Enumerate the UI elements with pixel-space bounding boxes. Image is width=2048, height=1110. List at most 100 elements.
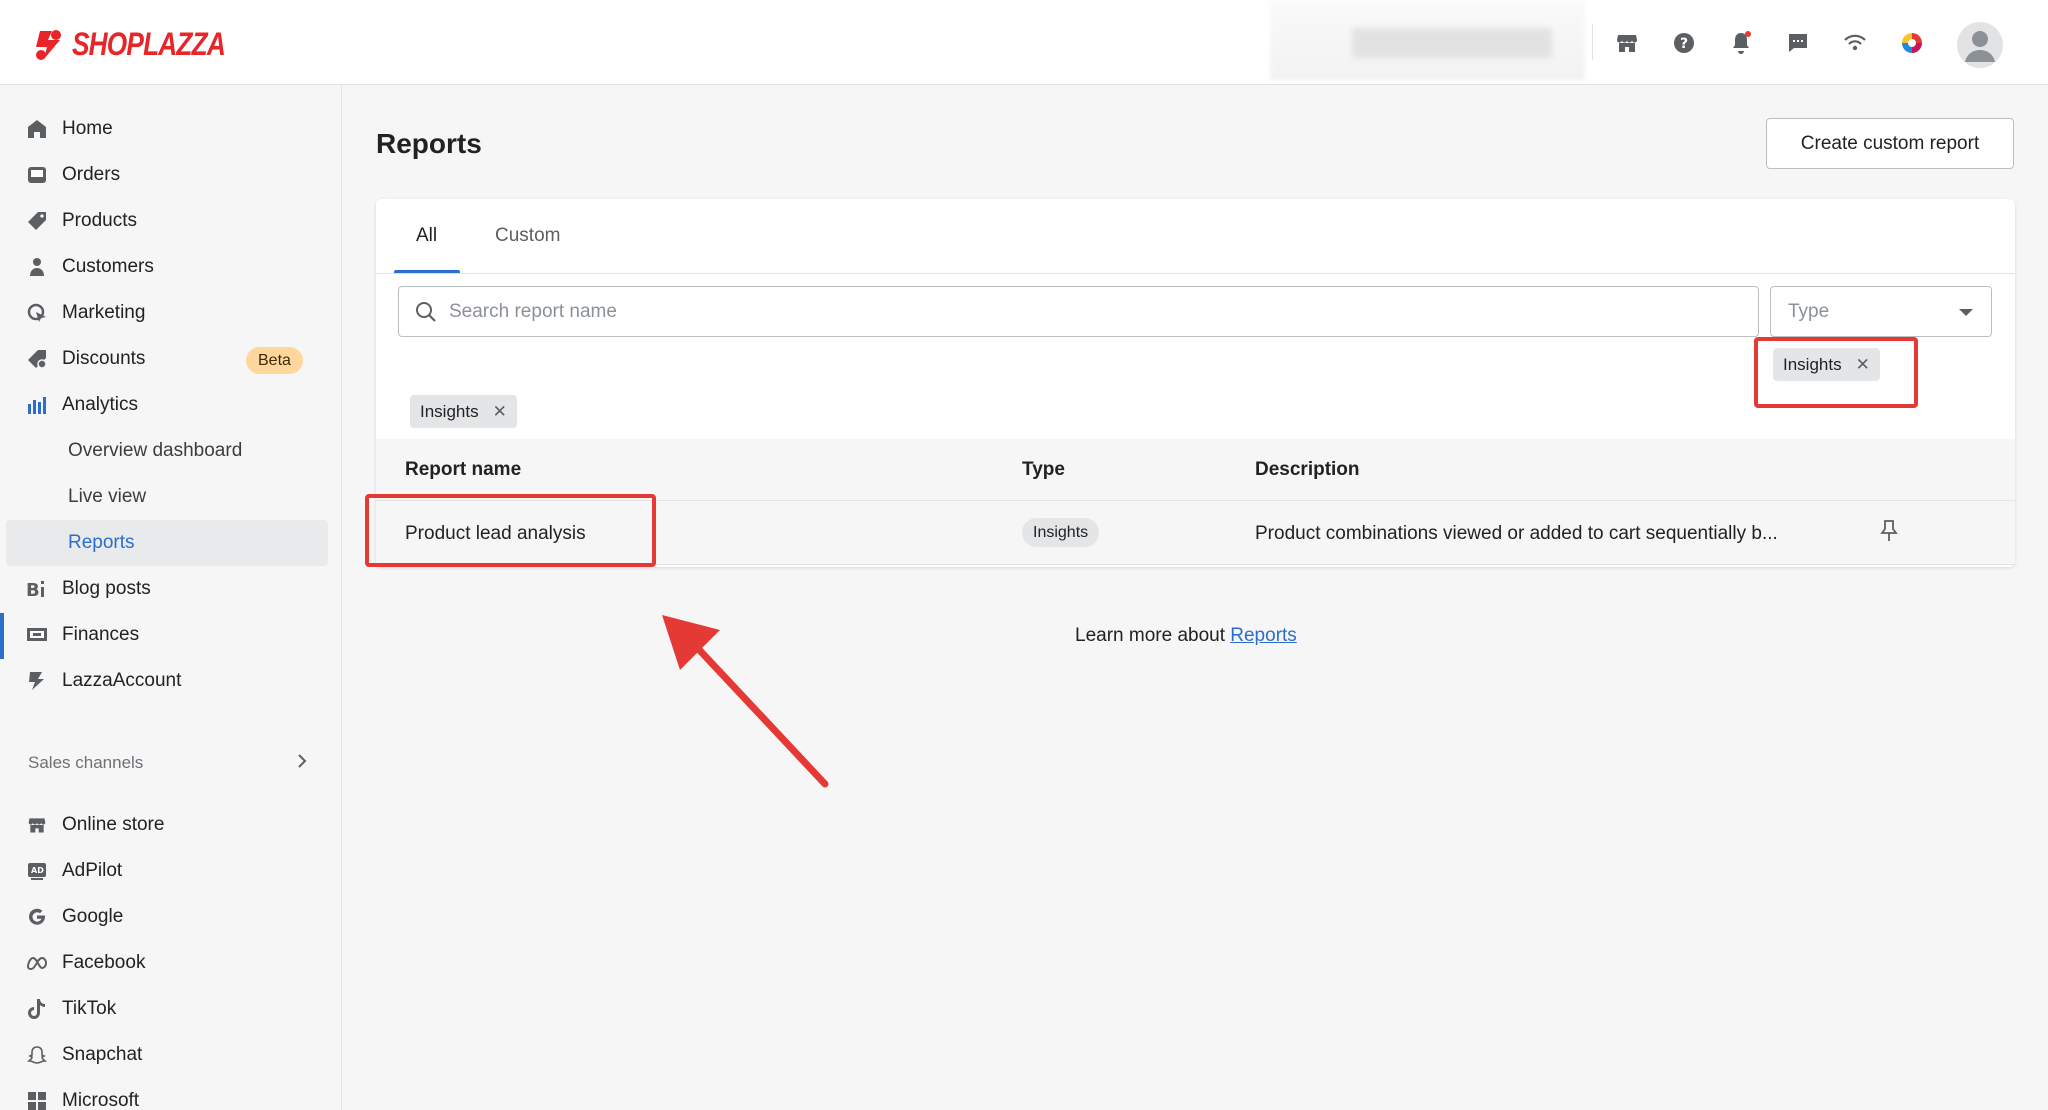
discount-icon <box>26 348 48 370</box>
tab-custom[interactable]: Custom <box>495 225 560 247</box>
logo-text: SHOPLAZZA <box>72 26 226 62</box>
sidebar-item-label: Orders <box>62 164 121 185</box>
sidebar-item-online-store[interactable]: Online store <box>0 802 342 848</box>
sidebar-item-label: Products <box>62 210 137 231</box>
learn-more-prefix: Learn more about <box>1075 625 1231 646</box>
tab-all[interactable]: All <box>416 225 437 247</box>
caret-down-icon <box>1959 309 1973 316</box>
page-title: Reports <box>376 128 482 159</box>
sidebar-item-adpilot[interactable]: AD AdPilot <box>0 848 342 894</box>
type-select[interactable]: Type <box>1770 286 1992 337</box>
sidebar-item-label: Analytics <box>62 394 139 415</box>
help-icon[interactable]: ? <box>1667 26 1701 60</box>
ad-icon: AD <box>26 860 48 882</box>
sidebar-item-label: Finances <box>62 624 140 645</box>
type-select-placeholder: Type <box>1788 301 1830 322</box>
color-wheel-icon[interactable] <box>1895 26 1929 60</box>
sidebar-item-label: Reports <box>68 532 135 553</box>
annotation-highlight-type-chip <box>1754 337 1918 408</box>
sidebar-item-label: Snapchat <box>62 1044 143 1065</box>
tabs-divider <box>376 273 2015 274</box>
finances-icon <box>26 624 48 646</box>
create-custom-report-button[interactable]: Create custom report <box>1766 118 2014 169</box>
chevron-right-icon[interactable] <box>294 752 310 775</box>
sidebar-item-analytics[interactable]: Analytics <box>0 382 342 428</box>
description-cell: Product combinations viewed or added to … <box>1255 523 1778 544</box>
type-badge: Insights <box>1022 518 1100 547</box>
learn-more-text: Learn more about Reports <box>1075 625 1297 647</box>
close-icon[interactable]: ✕ <box>493 402 507 422</box>
svg-text:B: B <box>26 580 40 599</box>
sidebar-item-overview-dashboard[interactable]: Overview dashboard <box>0 428 342 474</box>
snapchat-icon <box>26 1044 48 1066</box>
google-icon <box>26 906 48 928</box>
column-header-type[interactable]: Type <box>1022 459 1065 481</box>
sidebar-item-facebook[interactable]: Facebook <box>0 940 342 986</box>
chat-icon[interactable] <box>1781 26 1815 60</box>
sidebar-item-finances[interactable]: Finances <box>0 612 342 658</box>
marketing-icon <box>26 302 48 324</box>
reports-link[interactable]: Reports <box>1230 625 1297 646</box>
sidebar: Home Orders Products Customers Marketing… <box>0 85 342 1110</box>
tiktok-icon <box>26 998 48 1020</box>
shoplazza-logo[interactable]: SHOPLAZZA <box>32 26 259 63</box>
annotation-highlight-report-row <box>365 494 656 567</box>
home-icon <box>26 118 48 140</box>
chip-label: Insights <box>420 401 479 421</box>
sidebar-item-google[interactable]: Google <box>0 894 342 940</box>
shoplazza-logo-icon <box>36 29 61 60</box>
sidebar-item-snapchat[interactable]: Snapchat <box>0 1032 342 1078</box>
sidebar-item-label: Microsoft <box>62 1090 140 1110</box>
sidebar-item-label: Marketing <box>62 302 146 323</box>
pin-icon[interactable] <box>1879 519 1899 548</box>
applied-filter-chip[interactable]: Insights ✕ <box>410 395 517 428</box>
sidebar-item-label: Blog posts <box>62 578 151 599</box>
sidebar-item-products[interactable]: Products <box>0 198 342 244</box>
bell-icon[interactable] <box>1724 26 1758 60</box>
table-header: Report name Type Description <box>376 439 2015 501</box>
wifi-icon[interactable] <box>1838 26 1872 60</box>
beta-badge: Beta <box>246 347 303 374</box>
search-input[interactable]: Search report name <box>398 286 1759 337</box>
sidebar-item-label: TikTok <box>62 998 117 1019</box>
sidebar-item-marketing[interactable]: Marketing <box>0 290 342 336</box>
sidebar-item-label: LazzaAccount <box>62 670 182 691</box>
microsoft-icon <box>26 1090 48 1110</box>
sidebar-item-blog-posts[interactable]: B Blog posts <box>0 566 342 612</box>
store-icon <box>26 814 48 836</box>
tag-icon <box>26 210 48 232</box>
sidebar-item-label: AdPilot <box>62 860 123 881</box>
orders-icon <box>26 164 48 186</box>
sidebar-item-orders[interactable]: Orders <box>0 152 342 198</box>
sidebar-item-microsoft[interactable]: Microsoft <box>0 1078 342 1110</box>
sidebar-item-home[interactable]: Home <box>0 106 342 152</box>
sidebar-item-customers[interactable]: Customers <box>0 244 342 290</box>
svg-text:?: ? <box>1680 36 1688 52</box>
search-placeholder: Search report name <box>449 301 617 322</box>
sidebar-item-label: Facebook <box>62 952 146 973</box>
sidebar-item-label: Home <box>62 118 113 139</box>
topbar-divider <box>1592 24 1593 60</box>
meta-icon <box>26 952 48 974</box>
search-icon <box>415 301 437 328</box>
avatar[interactable] <box>1957 22 2003 68</box>
sidebar-item-label: Live view <box>68 486 147 507</box>
sidebar-item-discounts[interactable]: Discounts Beta <box>0 336 342 382</box>
sidebar-item-label: Customers <box>62 256 154 277</box>
sidebar-item-label: Google <box>62 906 124 927</box>
analytics-icon <box>26 394 48 416</box>
sidebar-item-label: Discounts <box>62 348 146 369</box>
annotation-arrow <box>662 615 829 788</box>
column-header-description[interactable]: Description <box>1255 459 1360 481</box>
store-icon[interactable] <box>1610 26 1644 60</box>
sidebar-item-live-view[interactable]: Live view <box>0 474 342 520</box>
sidebar-item-label: Online store <box>62 814 165 835</box>
top-bar: SHOPLAZZA ? <box>0 0 2048 85</box>
sidebar-item-reports[interactable]: Reports <box>6 520 328 566</box>
column-header-report-name[interactable]: Report name <box>405 459 521 481</box>
sidebar-item-tiktok[interactable]: TikTok <box>0 986 342 1032</box>
sidebar-item-lazzaaccount[interactable]: LazzaAccount <box>0 658 342 704</box>
person-icon <box>26 256 48 278</box>
lazza-icon <box>26 670 48 692</box>
sidebar-item-label: Overview dashboard <box>68 440 243 461</box>
